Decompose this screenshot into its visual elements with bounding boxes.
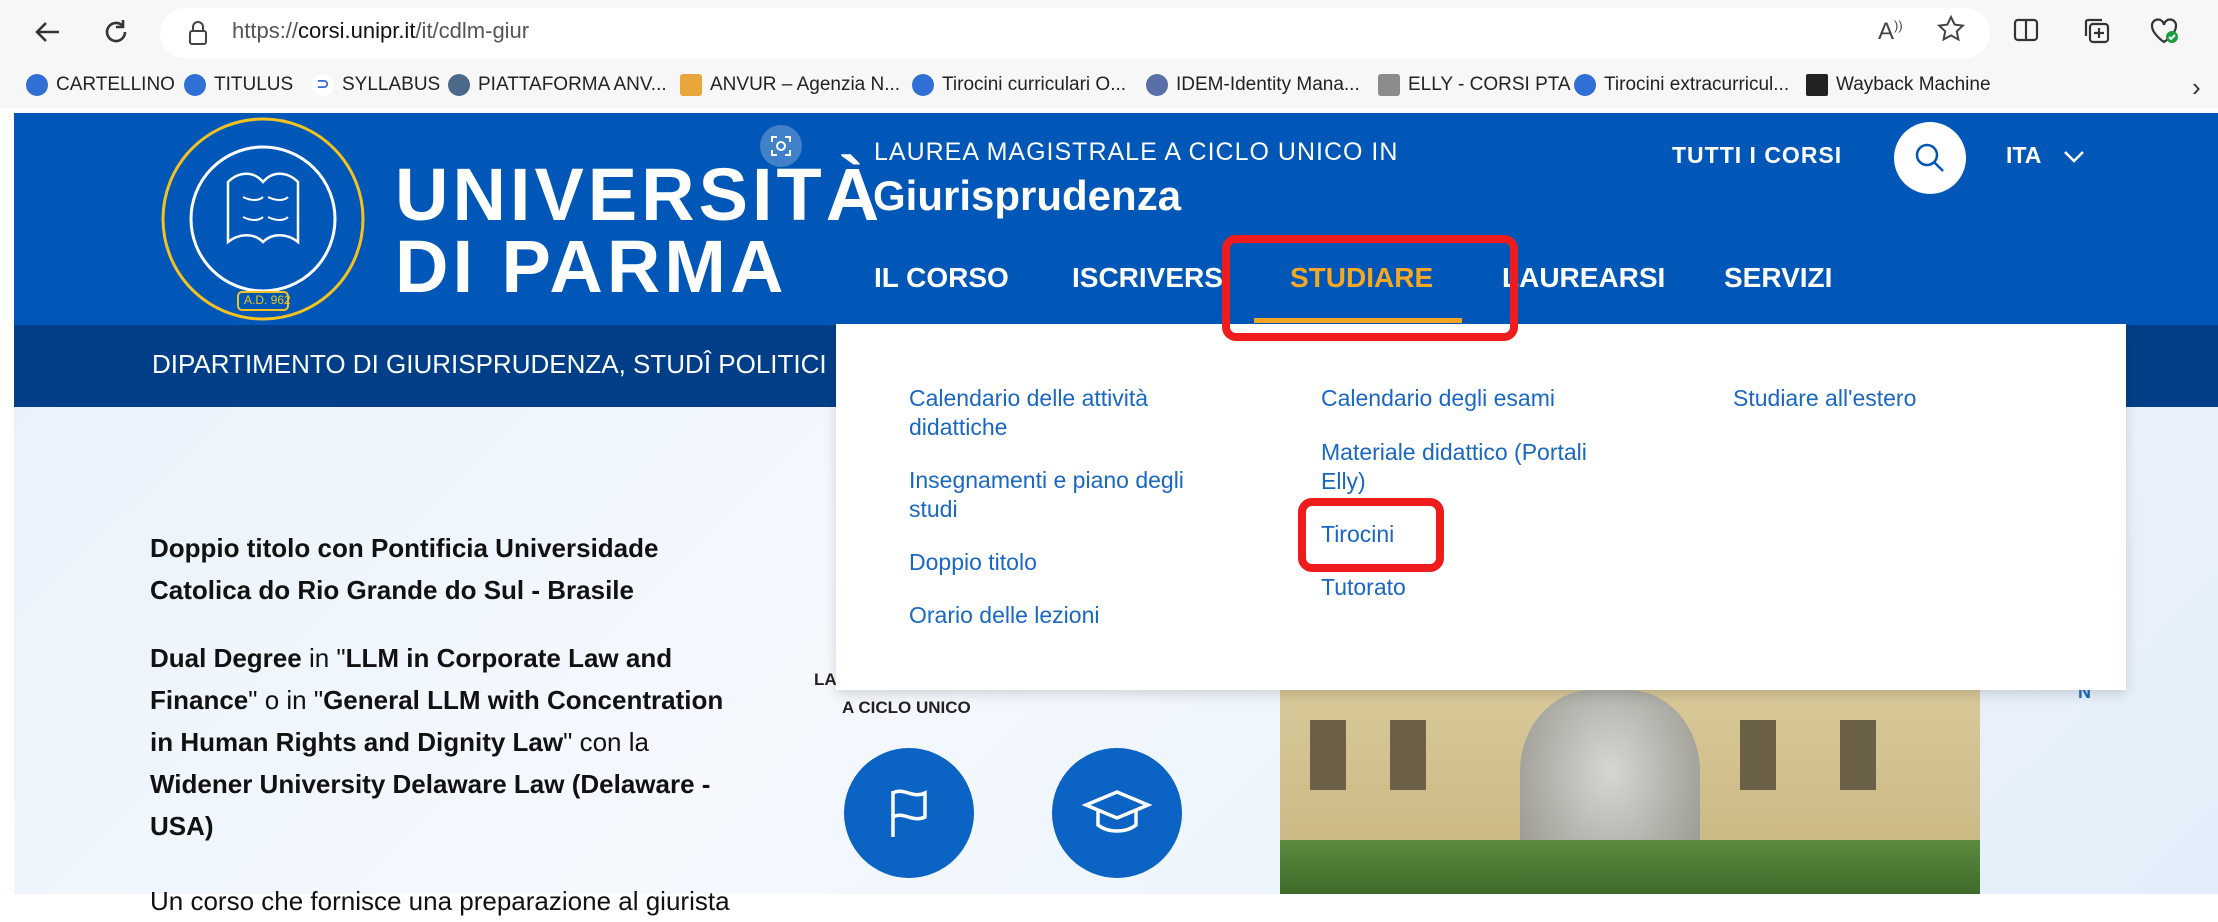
widener-university: Widener University Delaware Law (Delawar… [150,769,711,841]
lock-icon[interactable] [188,20,208,51]
browser-chrome: https://corsi.unipr.it/it/cdlm-giur A)) … [0,0,2218,108]
bookmark-idem[interactable]: IDEM-Identity Mana... [1146,70,1360,100]
bookmark-label: CARTELLINO [56,74,175,95]
link-tutorato[interactable]: Tutorato [1321,573,1406,602]
archive-icon [1806,74,1828,96]
all-courses-link[interactable]: TUTTI I CORSI [1672,142,1842,169]
globe-icon [1146,74,1168,96]
url-path: /it/cdlm-giur [415,18,530,43]
link-calendario-esami[interactable]: Calendario degli esami [1321,384,1555,413]
url-host: corsi.unipr.it [298,18,416,43]
bookmark-label: Wayback Machine [1836,74,1991,95]
link-studiare-estero[interactable]: Studiare all'estero [1733,384,1916,413]
chevron-down-icon[interactable] [2062,144,2086,173]
seal-date: A.D. 962 [244,293,291,307]
search-button[interactable] [1894,122,1966,194]
favorite-star-icon[interactable] [1936,14,1966,49]
globe-icon [26,74,48,96]
text-fragment: in " [301,643,346,673]
bookmark-cartellino[interactable]: CARTELLINO [26,70,175,100]
menu-laurearsi[interactable]: LAUREARSI [1502,262,1665,294]
link-icon: ⊃ [312,74,334,96]
text-fragment: " con la [563,727,649,757]
degree-label-start: LA [814,670,837,689]
dual-degree-paragraph: Dual Degree in "LLM in Corporate Law and… [150,637,740,847]
browser-essentials-icon[interactable] [2148,16,2180,51]
link-materiale-didattico[interactable]: Materiale didattico (Portali Elly) [1321,438,1621,496]
search-icon [1915,143,1944,172]
mountain-icon [680,74,702,96]
degree-label-end: A CICLO UNICO [842,698,971,717]
chevron-right-icon[interactable]: › [2192,72,2201,103]
bookmark-tirocini-curriculari[interactable]: Tirocini curriculari O... [912,70,1126,100]
course-type: LAUREA MAGISTRALE A CICLO UNICO IN [874,138,1399,166]
bookmark-label: Tirocini curriculari O... [942,74,1127,95]
flag-icon [891,789,927,837]
menu-iscriversi[interactable]: ISCRIVERSI [1072,262,1231,294]
menu-il-corso[interactable]: IL CORSO [874,262,1009,294]
highlight-tirocini [1298,498,1444,572]
link-calendario-attivita[interactable]: Calendario delle attività didattiche [909,384,1209,442]
bookmark-label: SYLLABUS [342,74,441,95]
logo-line-1[interactable]: UNIVERSITÀ [395,158,883,232]
bookmark-piattaforma-anv[interactable]: PIATTAFORMA ANV... [448,70,667,100]
text-fragment: " o in " [248,685,324,715]
bookmark-titulus[interactable]: TITULUS [184,70,293,100]
dual-degree-title: Dual Degree [150,643,302,673]
link-insegnamenti[interactable]: Insegnamenti e piano degli studi [909,466,1209,524]
globe-icon [1574,74,1596,96]
read-aloud-icon[interactable]: A)) [1878,18,1903,46]
bookmark-label: IDEM-Identity Mana... [1176,74,1360,95]
bookmark-label: TITULUS [214,74,294,95]
bookmark-label: PIATTAFORMA ANV... [478,74,667,95]
doc-icon [1378,74,1400,96]
back-arrow-icon[interactable] [28,12,68,52]
campus-photo [1280,690,1980,894]
link-orario-lezioni[interactable]: Orario delle lezioni [909,601,1099,630]
bookmark-tirocini-extracurriculari[interactable]: Tirocini extracurricul... [1574,70,1789,100]
graduation-button[interactable] [1052,748,1182,878]
globe-icon [184,74,206,96]
graduation-cap-icon [1082,790,1152,833]
bookmark-label: ELLY - CORSI PTA [1408,74,1571,95]
double-degree-brazil: Doppio titolo con Pontificia Universidad… [150,533,659,605]
split-screen-icon[interactable] [2012,16,2040,49]
link-doppio-titolo[interactable]: Doppio titolo [909,548,1037,577]
highlight-studiare [1222,235,1518,341]
globe-icon [912,74,934,96]
bookmark-label: ANVUR – Agenzia N... [710,74,901,95]
url-text[interactable]: https://corsi.unipr.it/it/cdlm-giur [232,18,529,44]
intro-paragraph: Un corso che fornisce una preparazione a… [150,886,730,916]
bookmark-wayback[interactable]: Wayback Machine [1806,70,1991,100]
language-selector[interactable]: ITA [2006,142,2041,169]
logo-line-2[interactable]: DI PARMA [395,230,787,304]
url-prefix: https:// [232,18,299,43]
bookmark-elly[interactable]: ELLY - CORSI PTA [1378,70,1571,100]
course-name[interactable]: Giurisprudenza [873,172,1181,220]
flag-button[interactable] [844,748,974,878]
menu-servizi[interactable]: SERVIZI [1724,262,1832,294]
app-icon [448,74,470,96]
department-name[interactable]: DIPARTIMENTO DI GIURISPRUDENZA, STUDÎ PO… [152,349,827,380]
refresh-icon[interactable] [96,12,136,52]
visual-search-icon[interactable] [760,125,802,167]
bookmark-anvur[interactable]: ANVUR – Agenzia N... [680,70,900,100]
collections-icon[interactable] [2082,16,2112,51]
bookmark-syllabus[interactable]: ⊃ SYLLABUS [312,70,440,100]
bookmark-label: Tirocini extracurricul... [1604,74,1790,95]
